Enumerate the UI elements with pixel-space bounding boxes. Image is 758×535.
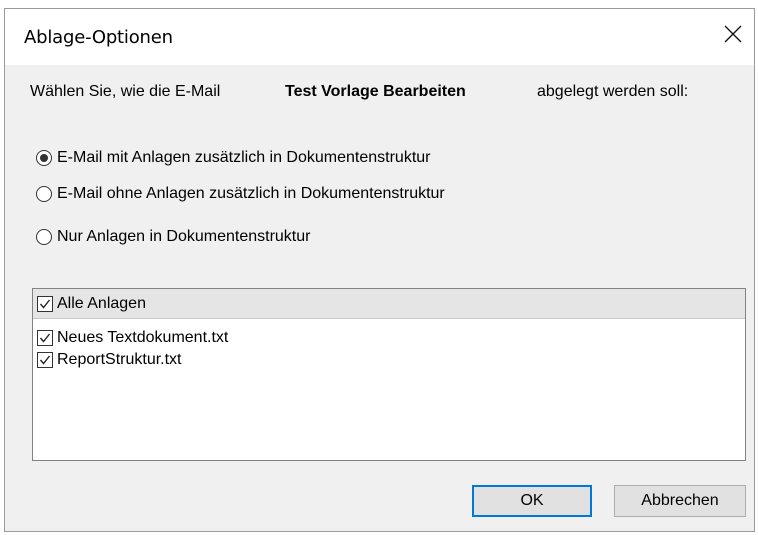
- attachment-label: ReportStruktur.txt: [57, 351, 182, 368]
- radio-label: Nur Anlagen in Dokumentenstruktur: [57, 228, 311, 245]
- all-attachments-label: Alle Anlagen: [57, 294, 146, 312]
- cancel-button[interactable]: Abbrechen: [614, 485, 746, 517]
- radio-attachments-only[interactable]: Nur Anlagen in Dokumentenstruktur: [36, 225, 310, 249]
- all-attachments-header[interactable]: Alle Anlagen: [33, 289, 745, 319]
- checkmark-icon: [39, 333, 51, 343]
- attachments-list[interactable]: Alle Anlagen Neues Textdokument.txt Repo…: [32, 288, 746, 461]
- all-attachments-checkbox[interactable]: [37, 295, 53, 312]
- checkmark-icon: [39, 299, 51, 309]
- attachment-checkbox[interactable]: [37, 352, 53, 368]
- email-subject: Test Vorlage Bearbeiten: [285, 83, 466, 100]
- close-icon: [724, 25, 742, 43]
- list-item[interactable]: ReportStruktur.txt: [33, 349, 182, 371]
- radio-label: E-Mail mit Anlagen zusätzlich in Dokumen…: [57, 149, 431, 166]
- attachment-checkbox[interactable]: [37, 330, 53, 346]
- radio-button-selected[interactable]: [36, 150, 52, 166]
- title-bar: Ablage-Optionen: [5, 9, 754, 65]
- prompt-text-suffix: abgelegt werden soll:: [537, 83, 689, 100]
- attachment-label: Neues Textdokument.txt: [57, 329, 229, 346]
- radio-email-with-attachments[interactable]: E-Mail mit Anlagen zusätzlich in Dokumen…: [36, 146, 431, 170]
- close-button[interactable]: [716, 17, 750, 51]
- radio-email-without-attachments[interactable]: E-Mail ohne Anlagen zusätzlich in Dokume…: [36, 182, 445, 206]
- radio-button[interactable]: [36, 229, 52, 245]
- prompt-text: Wählen Sie, wie die E-Mail: [30, 83, 221, 100]
- list-item[interactable]: Neues Textdokument.txt: [33, 327, 228, 349]
- radio-label: E-Mail ohne Anlagen zusätzlich in Dokume…: [57, 185, 445, 202]
- dialog-title: Ablage-Optionen: [24, 27, 173, 48]
- checkmark-icon: [39, 355, 51, 365]
- ablage-options-dialog: Ablage-Optionen Wählen Sie, wie die E-Ma…: [4, 8, 755, 532]
- ok-button[interactable]: OK: [472, 485, 592, 517]
- radio-button[interactable]: [36, 186, 52, 202]
